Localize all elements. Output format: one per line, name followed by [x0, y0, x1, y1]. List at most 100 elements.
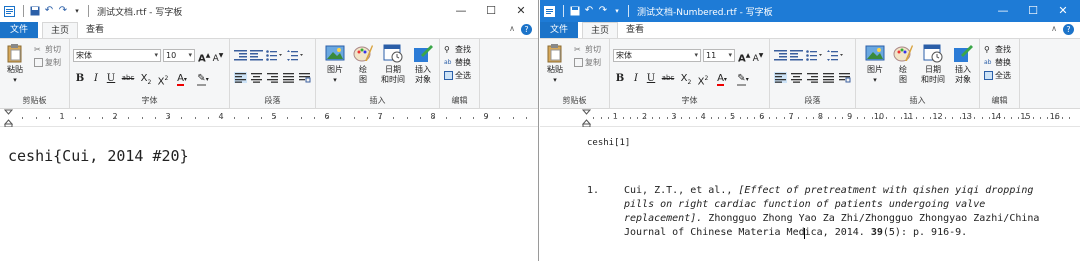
align-center-icon[interactable] [250, 72, 263, 83]
highlight-color-button[interactable]: ✎▾ [734, 72, 752, 86]
insert-object-button[interactable]: 插入 对象 [950, 43, 976, 85]
replace-button[interactable]: ab 替换 [444, 57, 471, 68]
tab-home[interactable]: 主页 [42, 22, 78, 38]
maximize-icon[interactable]: ☐ [1018, 0, 1048, 22]
document-area[interactable]: ceshi[1] 1. Cui, Z.T., et al., [Effect o… [540, 127, 1080, 261]
increase-indent-icon[interactable] [250, 50, 263, 61]
ruler-tick [62, 117, 63, 119]
indent-marker-icon[interactable] [582, 109, 591, 127]
insert-object-button[interactable]: 插入 对象 [410, 43, 436, 85]
copy-button[interactable]: 复制 [574, 57, 601, 68]
date-time-button[interactable]: 日期 和时间 [378, 43, 408, 85]
paste-button[interactable]: 粘贴 ▾ [4, 43, 26, 85]
collapse-ribbon-icon[interactable]: ∧ [1051, 24, 1057, 35]
line-spacing-icon[interactable] [287, 50, 305, 61]
align-left-icon[interactable] [774, 72, 787, 83]
justify-icon[interactable] [822, 72, 835, 83]
superscript-button[interactable]: X2 [156, 72, 170, 87]
ruler-tick [901, 117, 902, 119]
increase-indent-icon[interactable] [790, 50, 803, 61]
grow-font-icon[interactable]: A▲ [198, 49, 210, 64]
align-right-icon[interactable] [806, 72, 819, 83]
customize-quick-access-icon[interactable]: ▾ [612, 6, 622, 16]
highlight-color-button[interactable]: ✎▾ [194, 72, 212, 86]
collapse-ribbon-icon[interactable]: ∧ [509, 24, 515, 35]
insert-picture-button[interactable]: 图片 ▾ [322, 43, 348, 85]
tab-view[interactable]: 查看 [620, 22, 650, 38]
edit-group: ⚲ 查找 ab 替换 全选 编辑 [980, 39, 1020, 109]
select-all-button[interactable]: 全选 [444, 70, 471, 81]
select-all-button[interactable]: 全选 [984, 70, 1011, 81]
save-icon[interactable] [570, 6, 580, 16]
italic-button[interactable]: I [91, 72, 101, 85]
font-size-select[interactable]: 10 ▾ [163, 49, 195, 62]
font-group: 宋体 ▾ 11 ▾ A▲ A▼ B I U abc X2 X2 A▾ ✎▾ 字体 [610, 39, 770, 109]
bold-button[interactable]: B [75, 72, 85, 85]
line-spacing-icon[interactable] [827, 50, 845, 61]
tab-view[interactable]: 查看 [80, 22, 110, 38]
subscript-button[interactable]: X2 [139, 72, 153, 86]
tab-home[interactable]: 主页 [582, 22, 618, 38]
cut-button[interactable]: ✂ 剪切 [34, 44, 61, 55]
subscript-button[interactable]: X2 [679, 72, 693, 86]
font-family-select[interactable]: 宋体 ▾ [73, 49, 161, 62]
customize-quick-access-icon[interactable]: ▾ [72, 6, 82, 16]
italic-button[interactable]: I [631, 72, 641, 85]
align-left-icon[interactable] [234, 72, 247, 83]
minimize-icon[interactable]: — [446, 0, 476, 22]
underline-button[interactable]: U [106, 72, 116, 85]
paragraph-settings-icon[interactable] [838, 72, 851, 83]
insert-picture-button[interactable]: 图片 ▾ [862, 43, 888, 85]
bold-button[interactable]: B [615, 72, 625, 85]
grow-font-icon[interactable]: A▲ [738, 49, 750, 64]
font-color-button[interactable]: A▾ [174, 72, 190, 86]
ruler[interactable]: 123456789 [0, 109, 538, 127]
tab-file[interactable]: 文件 [0, 22, 38, 38]
save-icon[interactable] [30, 6, 40, 16]
align-right-icon[interactable] [266, 72, 279, 83]
strikethrough-button[interactable]: abc [661, 72, 675, 85]
cut-button[interactable]: ✂ 剪切 [574, 44, 601, 55]
wordpad-app-icon [544, 5, 555, 17]
font-size-select[interactable]: 11 ▾ [703, 49, 735, 62]
paint-drawing-button[interactable]: 绘图 [350, 43, 376, 85]
document-area[interactable]: ceshi{Cui, 2014 #20} [0, 127, 538, 261]
paint-drawing-button[interactable]: 绘图 [890, 43, 916, 85]
decrease-indent-icon[interactable] [234, 50, 247, 61]
underline-button[interactable]: U [646, 72, 656, 85]
bullet-list-icon[interactable] [806, 50, 824, 61]
date-time-button[interactable]: 日期 和时间 [918, 43, 948, 85]
help-icon[interactable]: ? [521, 24, 532, 35]
help-icon[interactable]: ? [1063, 24, 1074, 35]
paste-button[interactable]: 粘贴 ▾ [544, 43, 566, 85]
justify-icon[interactable] [282, 72, 295, 83]
redo-icon[interactable]: ↷ [58, 6, 68, 16]
font-family-select[interactable]: 宋体 ▾ [613, 49, 701, 62]
find-button[interactable]: ⚲ 查找 [984, 44, 1011, 55]
paragraph-settings-icon[interactable] [298, 72, 311, 83]
highlighter-icon: ✎ [197, 73, 206, 86]
select-all-icon [444, 71, 453, 80]
superscript-button[interactable]: X2 [696, 72, 710, 87]
maximize-icon[interactable]: ☐ [476, 0, 506, 22]
redo-icon[interactable]: ↷ [598, 6, 608, 16]
bullet-list-icon[interactable] [266, 50, 284, 61]
find-button[interactable]: ⚲ 查找 [444, 44, 471, 55]
close-icon[interactable]: ✕ [506, 0, 536, 22]
minimize-icon[interactable]: — [988, 0, 1018, 22]
shrink-font-icon[interactable]: A▼ [752, 49, 764, 64]
shrink-font-icon[interactable]: A▼ [212, 49, 224, 64]
font-color-button[interactable]: A▾ [714, 72, 730, 86]
ruler[interactable]: 12345678910111213141516 [540, 109, 1080, 127]
decrease-indent-icon[interactable] [774, 50, 787, 61]
copy-button[interactable]: 复制 [34, 57, 61, 68]
strikethrough-button[interactable]: abc [121, 72, 135, 85]
indent-marker-icon[interactable] [4, 109, 13, 127]
close-icon[interactable]: ✕ [1048, 0, 1078, 22]
tab-file[interactable]: 文件 [540, 22, 578, 38]
align-center-icon[interactable] [790, 72, 803, 83]
undo-icon[interactable]: ↶ [584, 6, 594, 16]
replace-button[interactable]: ab 替换 [984, 57, 1011, 68]
undo-icon[interactable]: ↶ [44, 6, 54, 16]
highlighter-icon: ✎ [737, 73, 746, 86]
